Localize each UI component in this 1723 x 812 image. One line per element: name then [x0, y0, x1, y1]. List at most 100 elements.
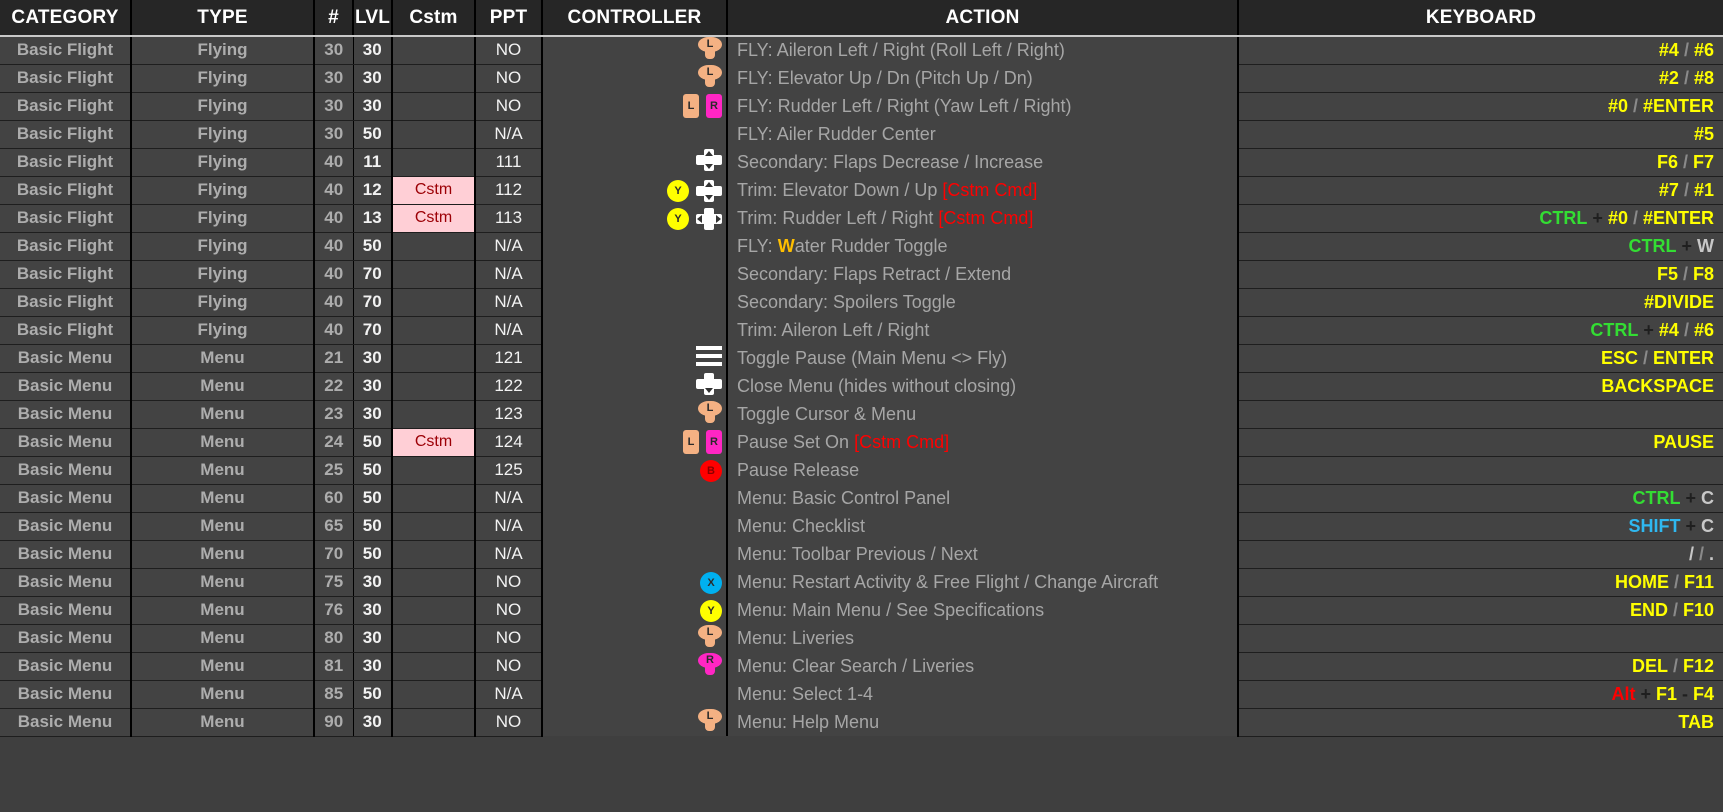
face-button-icon[interactable]: X: [700, 571, 722, 594]
action-label: FLY: Elevator Up / Dn (Pitch Up / Dn): [737, 67, 1033, 88]
cell-action: FLY: Elevator Up / Dn (Pitch Up / Dn): [727, 64, 1239, 92]
key-token: F10: [1682, 599, 1714, 620]
cell-type: Flying: [131, 64, 315, 93]
cell-type: Menu: [131, 512, 315, 541]
shoulder-bumper-icon[interactable]: L: [683, 430, 699, 454]
key-token: SHIFT: [1628, 515, 1681, 536]
cell-action: FLY: Aileron Left / Right (Roll Left / R…: [727, 36, 1239, 64]
column-header-controller[interactable]: CONTROLLER: [542, 0, 728, 37]
table-row[interactable]: Basic Menu Menu 22 30 122 Close Menu (hides w…: [0, 372, 1723, 401]
table-row[interactable]: Basic Menu Menu 80 30 NO L Menu: Liveries: [0, 624, 1723, 653]
cell-keyboard: #4 / #6: [1238, 36, 1723, 65]
cell-action: Pause Release: [727, 456, 1239, 484]
table-row[interactable]: Basic Menu Menu 76 30 NO Y Menu: Main Menu / S…: [0, 596, 1723, 625]
key-token: /: [1678, 319, 1694, 340]
cell-lvl: 50: [353, 484, 393, 513]
analog-stick-icon[interactable]: L: [698, 708, 722, 731]
face-button-icon[interactable]: Y: [700, 599, 722, 622]
column-header-lvl[interactable]: LVL: [353, 0, 393, 37]
cell-lvl: 50: [353, 428, 393, 457]
table-row[interactable]: Basic Menu Menu 65 50 N/A Menu: Checklist SHIF…: [0, 512, 1723, 541]
action-label: Trim: Aileron Left / Right: [737, 319, 930, 340]
table-row[interactable]: Basic Menu Menu 90 30 NO L Menu: Help Menu TAB: [0, 708, 1723, 737]
column-header-action[interactable]: ACTION: [727, 0, 1239, 37]
key-token: DEL: [1631, 655, 1668, 676]
cell-controller: Y: [542, 176, 728, 204]
cell-ppt: N/A: [475, 288, 543, 317]
dpad-icon[interactable]: [696, 207, 722, 230]
cell-number: 40: [314, 232, 354, 261]
key-token: +: [1638, 319, 1659, 340]
table-row[interactable]: Basic Flight Flying 30 30 NO L FLY: Aileron Le…: [0, 36, 1723, 65]
controller-icon-group: L: [698, 708, 722, 731]
cell-controller: Y: [542, 204, 728, 232]
table-row[interactable]: Basic Menu Menu 25 50 125 B Pause Release: [0, 456, 1723, 485]
analog-stick-icon[interactable]: L: [698, 400, 722, 423]
cell-lvl: 13: [353, 204, 393, 233]
table-row[interactable]: Basic Flight Flying 40 50 N/A FLY: Water Rudd…: [0, 232, 1723, 261]
cell-number: 70: [314, 540, 354, 569]
face-button-icon[interactable]: B: [700, 459, 722, 482]
analog-stick-icon[interactable]: L: [698, 624, 722, 647]
key-token: #6: [1693, 319, 1714, 340]
table-row[interactable]: Basic Menu Menu 24 50 Cstm 124 L R Pause Set On …: [0, 428, 1723, 457]
face-button-icon[interactable]: Y: [667, 207, 689, 230]
table-row[interactable]: Basic Menu Menu 70 50 N/A Menu: Toolbar Previ…: [0, 540, 1723, 569]
shoulder-bumper-icon[interactable]: R: [706, 430, 722, 454]
column-header-category[interactable]: CATEGORY: [0, 0, 132, 37]
key-token: /: [1667, 599, 1683, 620]
column-header-type[interactable]: TYPE: [131, 0, 315, 37]
table-row[interactable]: Basic Menu Menu 60 50 N/A Menu: Basic Control…: [0, 484, 1723, 513]
face-button-icon[interactable]: Y: [667, 179, 689, 202]
dpad-icon[interactable]: [696, 179, 722, 202]
table-row[interactable]: Basic Flight Flying 30 50 N/A FLY: Ailer Rudd…: [0, 120, 1723, 149]
analog-stick-icon[interactable]: L: [698, 37, 722, 59]
column-header-number[interactable]: #: [314, 0, 354, 37]
action-label: FLY: Water Rudder Toggle: [737, 235, 948, 256]
shoulder-bumper-icon[interactable]: R: [706, 94, 722, 118]
table-row[interactable]: Basic Flight Flying 40 12 Cstm 112 Y Trim: Elev…: [0, 176, 1723, 205]
cell-lvl: 50: [353, 456, 393, 485]
dpad-icon[interactable]: [696, 148, 722, 171]
column-header-cstm[interactable]: Cstm: [392, 0, 476, 37]
dpad-icon[interactable]: [696, 372, 722, 395]
table-row[interactable]: Basic Menu Menu 81 30 NO R Menu: Clear Search …: [0, 652, 1723, 681]
table-row[interactable]: Basic Menu Menu 75 30 NO X Menu: Restart Activ…: [0, 568, 1723, 597]
analog-stick-icon[interactable]: R: [698, 652, 722, 675]
table-row[interactable]: Basic Flight Flying 40 70 N/A Secondary: Flap…: [0, 260, 1723, 289]
cell-action: Menu: Main Menu / See Specifications: [727, 596, 1239, 624]
cell-action: Toggle Cursor & Menu: [727, 400, 1239, 428]
cell-type: Menu: [131, 400, 315, 429]
cell-category: Basic Menu: [0, 484, 132, 513]
key-token: F7: [1692, 151, 1714, 172]
table-row[interactable]: Basic Menu Menu 85 50 N/A Menu: Select 1-4 Alt…: [0, 680, 1723, 709]
column-header-keyboard[interactable]: KEYBOARD: [1238, 0, 1723, 37]
cell-category: Basic Menu: [0, 624, 132, 653]
cell-controller: [542, 512, 728, 540]
cell-category: Basic Flight: [0, 148, 132, 177]
table-row[interactable]: Basic Flight Flying 40 11 111 Secondary: Flap…: [0, 148, 1723, 177]
key-token: /: [1678, 179, 1694, 200]
table-row[interactable]: Basic Menu Menu 23 30 123 L Toggle Cursor & Me…: [0, 400, 1723, 429]
cell-cstm: [392, 148, 476, 177]
cell-controller: L: [542, 400, 728, 428]
table-row[interactable]: Basic Flight Flying 40 70 N/A Secondary: Spoi…: [0, 288, 1723, 317]
table-row[interactable]: Basic Flight Flying 40 70 N/A Trim: Aileron L…: [0, 316, 1723, 345]
cell-number: 40: [314, 316, 354, 345]
table-row[interactable]: Basic Flight Flying 30 30 NO L FLY: Elevator U…: [0, 64, 1723, 93]
analog-stick-icon[interactable]: L: [698, 64, 722, 87]
cell-controller: L: [542, 708, 728, 736]
menu-button-icon[interactable]: [696, 345, 722, 366]
table-row[interactable]: Basic Flight Flying 40 13 Cstm 113 Y Trim: Rudd…: [0, 204, 1723, 233]
key-token: +: [1587, 207, 1608, 228]
column-header-ppt[interactable]: PPT: [475, 0, 543, 37]
table-row[interactable]: Basic Menu Menu 21 30 121 Toggle Pause (Main …: [0, 344, 1723, 373]
cell-lvl: 50: [353, 120, 393, 149]
cell-ppt: NO: [475, 652, 543, 681]
cell-category: Basic Flight: [0, 204, 132, 233]
key-token: #6: [1693, 39, 1714, 60]
table-row[interactable]: Basic Flight Flying 30 30 NO L R FLY: Rudder Le…: [0, 92, 1723, 121]
shoulder-bumper-icon[interactable]: L: [683, 94, 699, 118]
controller-icon-group: L: [698, 400, 722, 423]
cell-action: Menu: Help Menu: [727, 708, 1239, 736]
